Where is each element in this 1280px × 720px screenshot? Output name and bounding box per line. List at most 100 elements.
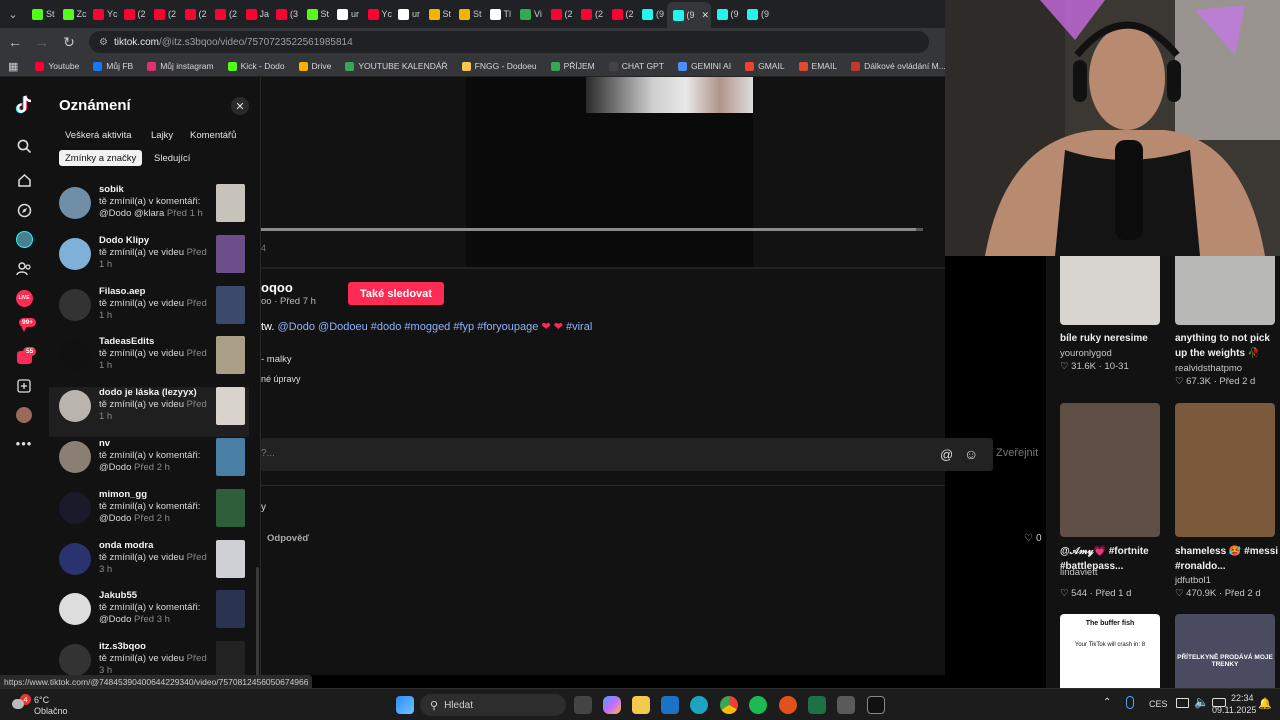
- microphone-icon[interactable]: [1126, 696, 1134, 709]
- outlook-icon[interactable]: [661, 696, 679, 714]
- filter-mentions[interactable]: Zmínky a značky: [59, 150, 143, 166]
- filter-likes[interactable]: Lajky: [145, 127, 179, 143]
- close-icon[interactable]: ✕: [231, 97, 249, 115]
- reply-button[interactable]: Odpověď: [267, 533, 309, 544]
- recommended-video-thumbnail[interactable]: [1060, 403, 1160, 537]
- video-thumbnail[interactable]: [216, 641, 245, 675]
- video-thumbnail[interactable]: [216, 235, 245, 273]
- bookmark-item[interactable]: CHAT GPT: [602, 61, 671, 71]
- windows-start-icon[interactable]: [396, 696, 414, 714]
- bookmark-item[interactable]: Drive: [292, 61, 339, 71]
- recommended-video-thumbnail[interactable]: [1175, 403, 1275, 537]
- bookmark-item[interactable]: GMAIL: [738, 61, 791, 71]
- browser-tab[interactable]: (2: [606, 3, 637, 25]
- following-avatar-icon[interactable]: [14, 229, 34, 249]
- chrome-icon[interactable]: [720, 696, 738, 714]
- browser-tab[interactable]: Yc: [362, 3, 392, 25]
- bookmark-item[interactable]: Kick - Dodo: [221, 61, 292, 71]
- video-thumbnail[interactable]: [216, 387, 245, 425]
- app-icon-orange[interactable]: [779, 696, 797, 714]
- video-thumbnail[interactable]: [216, 489, 245, 527]
- browser-tab[interactable]: Zc: [57, 3, 88, 25]
- browser-tab[interactable]: ur: [392, 3, 423, 25]
- recommended-video-author[interactable]: youronlygod: [1060, 348, 1112, 359]
- notification-user[interactable]: mimon_gg: [99, 489, 147, 500]
- notification-scrollbar[interactable]: [256, 567, 259, 675]
- recommended-video-title[interactable]: anything to not pick up the weights 🥀: [1175, 331, 1280, 361]
- bookmark-item[interactable]: EMAIL: [792, 61, 845, 71]
- browser-tab[interactable]: St: [423, 3, 454, 25]
- video-thumbnail[interactable]: [216, 540, 245, 578]
- notification-user[interactable]: onda modra: [99, 540, 153, 551]
- browser-tab[interactable]: (2: [179, 3, 210, 25]
- avatar[interactable]: [59, 644, 91, 675]
- tray-chevron-icon[interactable]: ⌃: [1103, 697, 1111, 708]
- recommended-video-thumbnail[interactable]: [1060, 256, 1160, 325]
- notification-user[interactable]: sobik: [99, 184, 124, 195]
- reload-button[interactable]: ↻: [57, 30, 81, 54]
- video-thumbnail[interactable]: [216, 336, 245, 374]
- task-view-icon[interactable]: [574, 696, 592, 714]
- notification-user[interactable]: TadeasEdits: [99, 336, 154, 347]
- notification-item[interactable]: onda modra tě zmínil(a) ve videu Před 3 h: [49, 540, 249, 590]
- clock-time[interactable]: 22:34: [1231, 693, 1254, 703]
- browser-tab[interactable]: (2: [575, 3, 606, 25]
- live-icon[interactable]: LIVE: [14, 288, 34, 308]
- browser-tab[interactable]: (2: [118, 3, 149, 25]
- explore-icon[interactable]: [14, 200, 34, 220]
- address-bar[interactable]: ⚙ tiktok.com/@itz.s3bqoo/video/757072352…: [89, 31, 929, 53]
- excel-icon[interactable]: [808, 696, 826, 714]
- edge-icon[interactable]: [690, 696, 708, 714]
- avatar[interactable]: [59, 543, 91, 575]
- browser-tab[interactable]: (2: [148, 3, 179, 25]
- browser-tab[interactable]: Vi: [514, 3, 545, 25]
- browser-tab[interactable]: Yc: [87, 3, 118, 25]
- filter-all-activity[interactable]: Veškerá aktivita: [59, 127, 138, 143]
- notification-item[interactable]: TadeasEdits tě zmínil(a) ve videu Před 1 …: [49, 336, 249, 386]
- notification-user[interactable]: nv: [99, 438, 110, 449]
- bookmark-item[interactable]: GEMINI AI: [671, 61, 738, 71]
- video-thumbnail[interactable]: [216, 184, 245, 222]
- browser-tab[interactable]: (9 ✕: [666, 2, 711, 28]
- comment-box[interactable]: ?... @ ☺ Zveřejnit: [261, 438, 1038, 471]
- tab-search-dropdown[interactable]: ⌄: [0, 0, 26, 28]
- notification-user[interactable]: Filaso.aep: [99, 286, 145, 297]
- notification-user[interactable]: Jakub55: [99, 590, 137, 601]
- notification-item[interactable]: itz.s3bqoo tě zmínil(a) ve videu Před 3 h: [49, 641, 249, 675]
- follow-button[interactable]: Také sledovat: [348, 282, 444, 305]
- author-name[interactable]: oqoo: [261, 280, 293, 295]
- bookmark-item[interactable]: FNGG - Dodoeu: [455, 61, 544, 71]
- apps-grid-icon[interactable]: ▦: [0, 60, 28, 73]
- notification-item[interactable]: nv tě zmínil(a) v komentáři: @Dodo Před 2…: [49, 438, 249, 488]
- site-info-icon[interactable]: ⚙: [99, 37, 108, 48]
- browser-tab[interactable]: (9: [636, 3, 667, 25]
- bookmark-item[interactable]: Youtube: [28, 61, 86, 71]
- bookmark-item[interactable]: Dálkové ovládání M...: [844, 61, 945, 71]
- video-thumbnail[interactable]: [216, 438, 245, 476]
- avatar[interactable]: [59, 441, 91, 473]
- browser-tab[interactable]: (9: [741, 3, 772, 25]
- comment-input[interactable]: ?...: [261, 448, 275, 459]
- browser-tab[interactable]: St: [453, 3, 484, 25]
- notification-item[interactable]: Jakub55 tě zmínil(a) v komentáři: @Dodo P…: [49, 590, 249, 640]
- video-thumbnail[interactable]: [216, 286, 245, 324]
- avatar[interactable]: [59, 339, 91, 371]
- browser-tab[interactable]: ur: [331, 3, 362, 25]
- browser-tab[interactable]: St: [26, 3, 57, 25]
- more-icon[interactable]: •••: [14, 433, 34, 453]
- recommended-video-author[interactable]: realvidsthatpmo: [1175, 363, 1242, 374]
- volume-icon[interactable]: 🔈: [1194, 695, 1209, 709]
- calculator-icon[interactable]: [837, 696, 855, 714]
- taskbar-search[interactable]: ⚲ Hledat: [420, 694, 566, 716]
- browser-tab[interactable]: (9: [711, 3, 742, 25]
- language-indicator[interactable]: CES: [1149, 699, 1168, 709]
- browser-tab[interactable]: (3: [270, 3, 301, 25]
- recommended-video-thumbnail[interactable]: The buffer fish Your TikTok will crash in…: [1060, 614, 1160, 688]
- music-label[interactable]: - malky: [261, 354, 292, 365]
- emoji-icon[interactable]: ☺: [964, 446, 978, 462]
- avatar[interactable]: [59, 187, 91, 219]
- comment-like[interactable]: ♡ 0: [1024, 533, 1042, 544]
- avatar[interactable]: [59, 289, 91, 321]
- clock-date[interactable]: 09.11.2025: [1212, 705, 1256, 715]
- upload-icon[interactable]: [14, 376, 34, 396]
